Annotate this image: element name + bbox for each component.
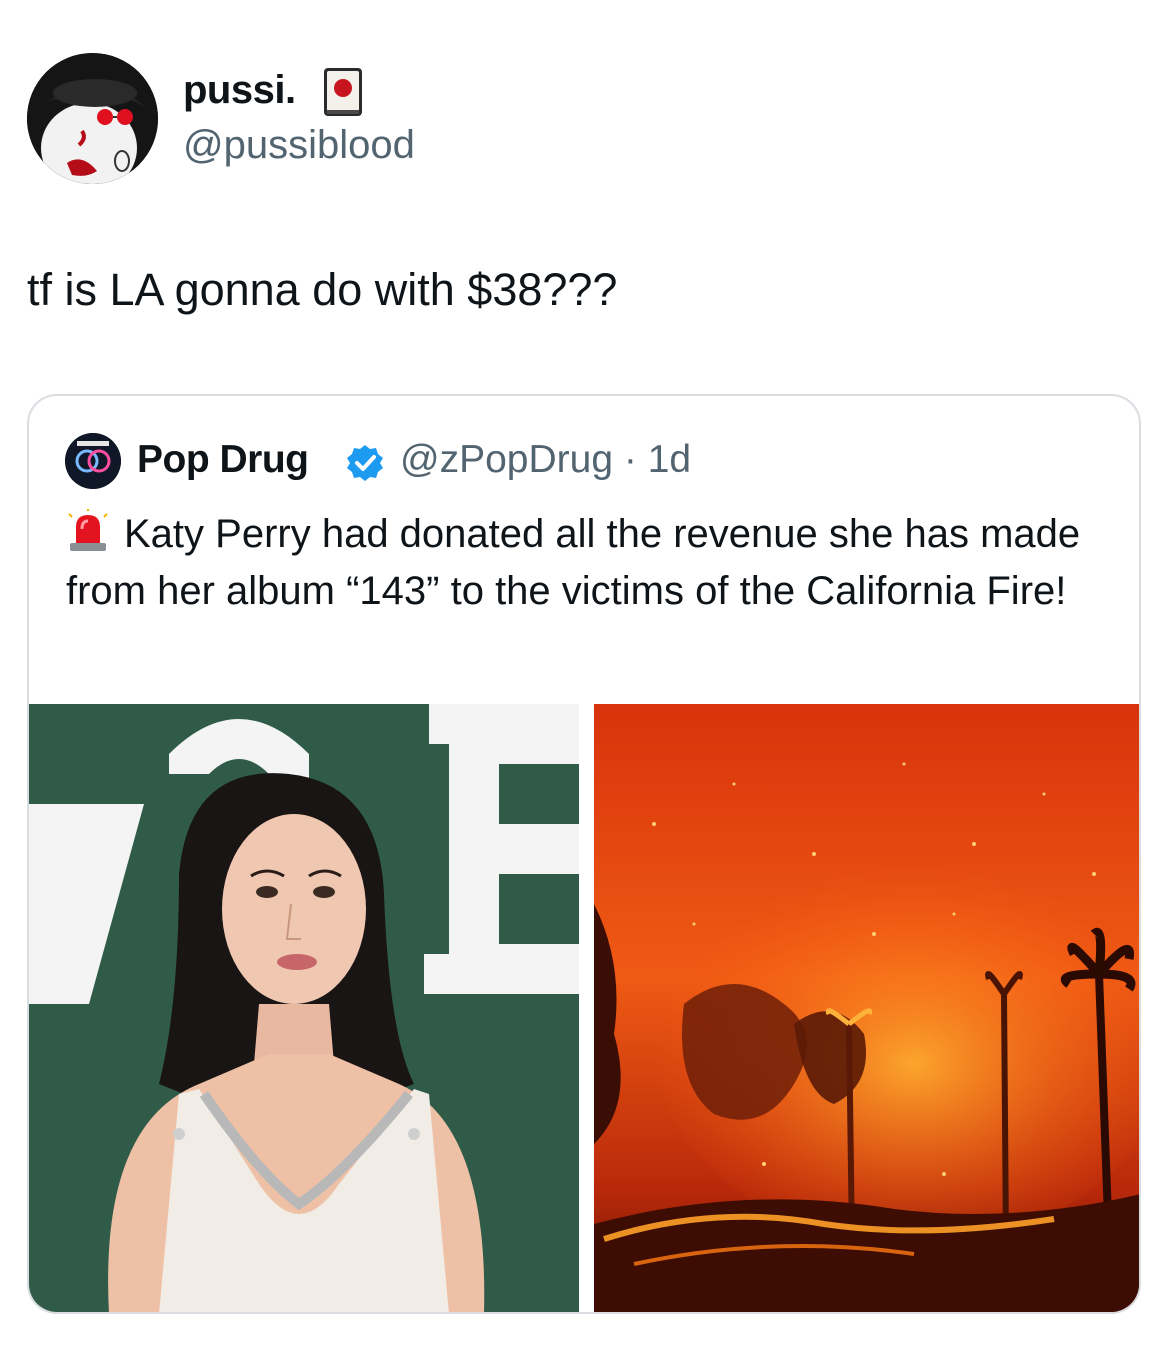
quoted-tweet-card[interactable]: Pop Drug @zPopDrug · 1d Katy Perry had d… (27, 394, 1141, 1314)
tweet-text: tf is LA gonna do with $38??? (27, 264, 618, 315)
quote-author-name[interactable]: Pop Drug (137, 436, 309, 484)
katy-perry-photo[interactable] (29, 704, 579, 1312)
popdrug-logo-icon (65, 433, 121, 489)
author-handle[interactable]: @pussiblood (183, 120, 415, 170)
california-fire-photo[interactable] (594, 704, 1139, 1312)
quote-author-avatar[interactable] (65, 433, 121, 489)
cat-avatar-icon (27, 53, 158, 184)
quote-timestamp[interactable]: 1d (648, 438, 691, 481)
quote-meta: @zPopDrug · 1d (400, 436, 691, 484)
meta-separator: · (623, 438, 637, 481)
police-siren-icon (68, 509, 108, 551)
quote-body: Katy Perry had donated all the revenue s… (66, 512, 1081, 613)
quote-text: Katy Perry had donated all the revenue s… (66, 506, 1106, 620)
author-avatar[interactable] (27, 53, 158, 184)
verified-badge-icon (347, 445, 383, 481)
author-name[interactable]: pussi. (183, 66, 296, 114)
quote-author-handle[interactable]: @zPopDrug (400, 438, 613, 481)
mahjong-tile-icon (324, 68, 362, 116)
